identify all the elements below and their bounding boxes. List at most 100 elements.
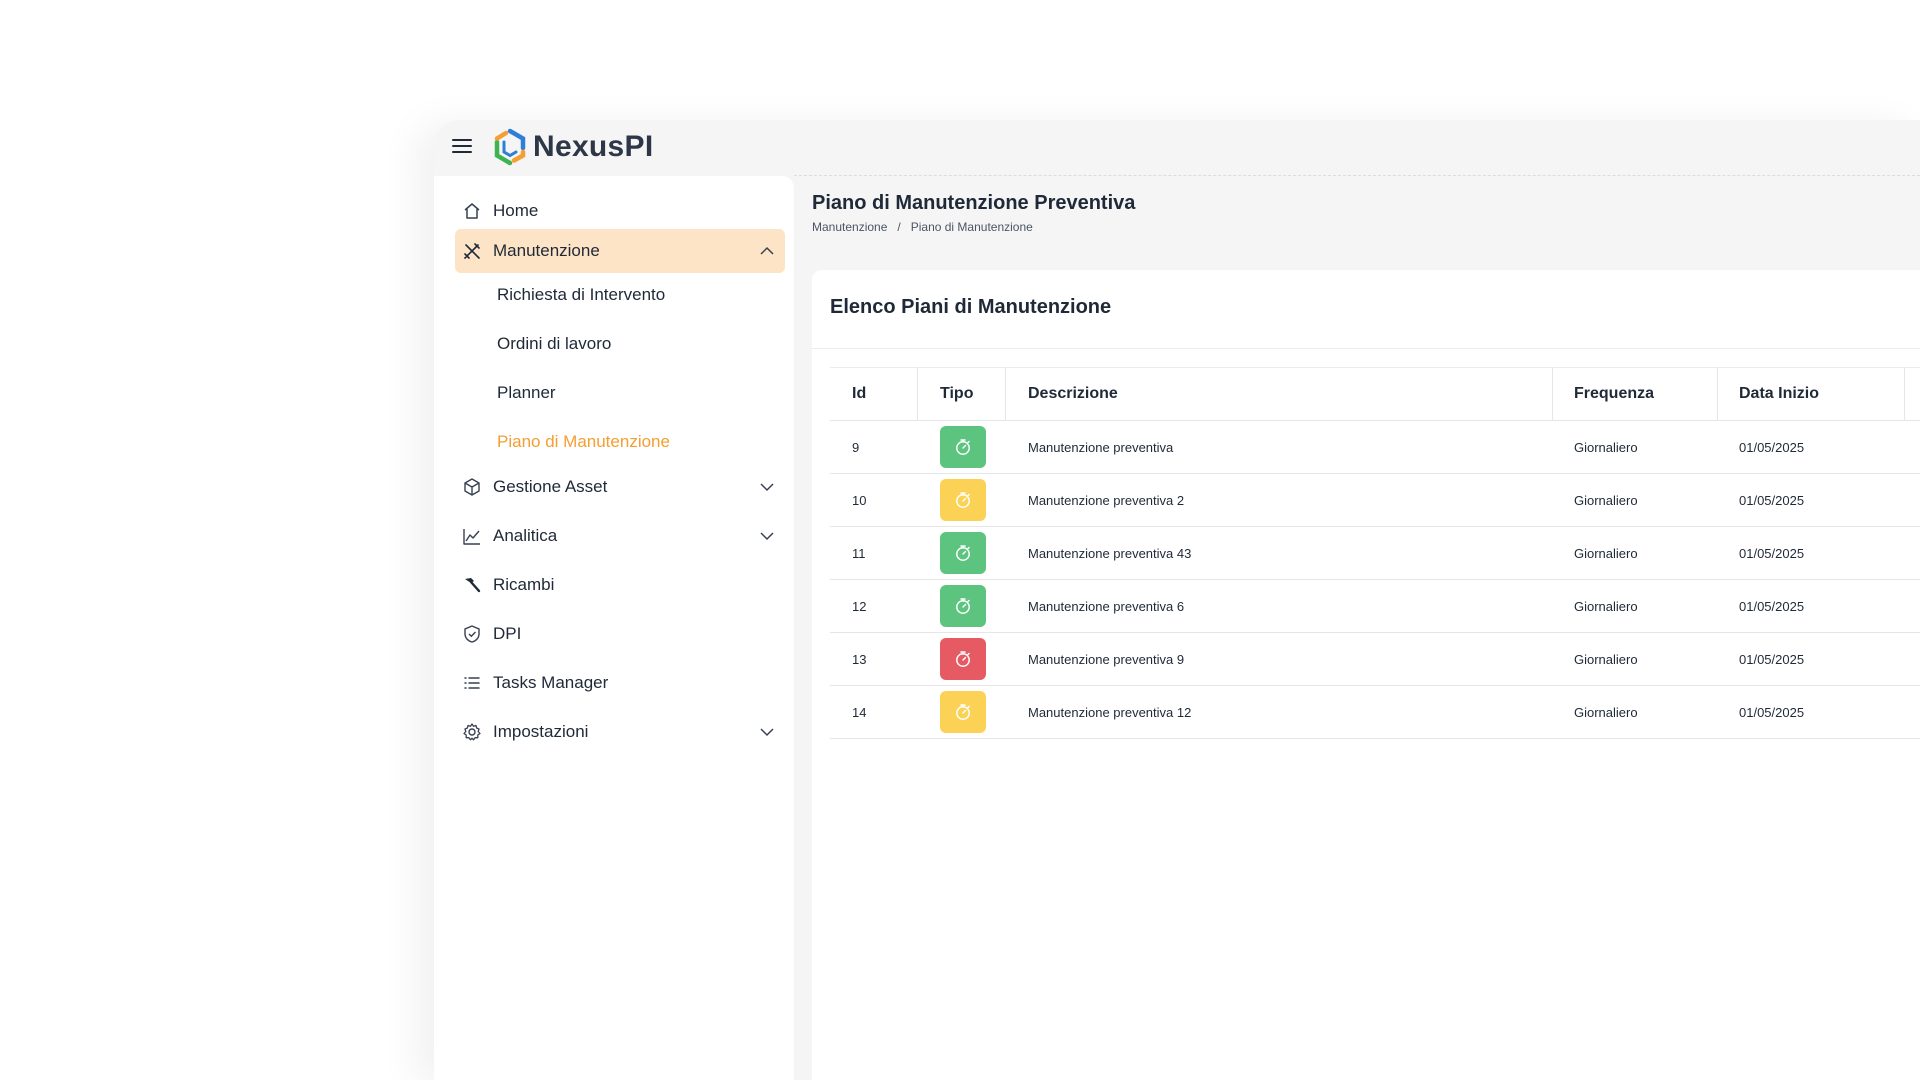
cell-tipo	[940, 686, 986, 738]
sidebar-item-ricambi[interactable]: Ricambi	[455, 563, 785, 607]
table-body: 9 Manutenzione preventiva Giornaliero 01/05…	[830, 421, 1920, 739]
sidebar-item-label: Ricambi	[493, 575, 555, 594]
sidebar-item-dpi[interactable]: DPI	[455, 612, 785, 656]
sidebar-item-label: Impostazioni	[493, 722, 589, 741]
nexus-hex-logo-icon	[494, 128, 526, 166]
cell-descrizione: Manutenzione preventiva 2	[1028, 492, 1185, 508]
column-divider	[1552, 368, 1553, 420]
stopwatch-icon	[953, 649, 973, 669]
cell-id: 10	[852, 492, 867, 508]
chevron-down-icon[interactable]	[757, 477, 777, 497]
cell-data-inizio: 01/05/2025	[1739, 704, 1805, 720]
sidebar-item-label: Home	[493, 201, 539, 220]
sidebar-subitem-label: Planner	[497, 383, 556, 402]
breadcrumb-item-current: Piano di Manutenzione	[910, 220, 1033, 234]
breadcrumb-item-manutenzione[interactable]: Manutenzione	[812, 220, 887, 234]
column-divider	[1904, 368, 1905, 420]
sidebar-item-label: DPI	[493, 624, 522, 643]
list-icon	[462, 673, 482, 693]
sidebar-item-label: Manutenzione	[493, 241, 600, 260]
column-divider	[1005, 368, 1006, 420]
card-divider	[812, 348, 1920, 349]
cell-frequenza: Giornaliero	[1574, 651, 1638, 667]
tools-icon	[462, 241, 482, 261]
column-header-id[interactable]: Id	[852, 368, 866, 420]
table-row[interactable]: 12 Manutenzione preventiva 6 Giornaliero 01…	[830, 580, 1920, 633]
table-row[interactable]: 9 Manutenzione preventiva Giornaliero 01/05…	[830, 421, 1920, 474]
table-row[interactable]: 10 Manutenzione preventiva 2 Giornaliero 01…	[830, 474, 1920, 527]
cell-tipo	[940, 527, 986, 579]
sidebar-subitem-planner[interactable]: Planner	[455, 373, 785, 413]
cell-tipo	[940, 421, 986, 473]
chevron-up-icon[interactable]	[757, 241, 777, 261]
cell-id: 14	[852, 704, 867, 720]
chevron-down-icon[interactable]	[757, 722, 777, 742]
stopwatch-icon	[953, 543, 973, 563]
home-icon	[462, 201, 482, 221]
cell-frequenza: Giornaliero	[1574, 545, 1638, 561]
tipo-badge[interactable]	[940, 638, 986, 680]
page-title: Piano di Manutenzione Preventiva	[812, 192, 1136, 214]
tipo-badge[interactable]	[940, 532, 986, 574]
shield-icon	[462, 624, 482, 644]
table-row[interactable]: 11 Manutenzione preventiva 43 Giornaliero 0…	[830, 527, 1920, 580]
cell-id: 11	[852, 545, 866, 561]
cell-data-inizio: 01/05/2025	[1739, 598, 1805, 614]
sidebar-subitem-label: Ordini di lavoro	[497, 334, 612, 353]
sidebar-item-label: Tasks Manager	[493, 673, 609, 692]
cell-descrizione: Manutenzione preventiva 6	[1028, 598, 1185, 614]
sidebar-item-tasks-manager[interactable]: Tasks Manager	[455, 661, 785, 705]
tipo-badge[interactable]	[940, 585, 986, 627]
top-bar: NexusPI	[434, 120, 1920, 176]
app-name: NexusPI	[533, 130, 654, 163]
cell-data-inizio: 01/05/2025	[1739, 492, 1805, 508]
chart-line-icon	[462, 526, 482, 546]
column-divider	[917, 368, 918, 420]
tipo-badge[interactable]	[940, 426, 986, 468]
table-header-row: Id Tipo Descrizione Frequenza Data Inizi…	[830, 367, 1920, 421]
table-row[interactable]: 13 Manutenzione preventiva 9 Giornaliero 01…	[830, 633, 1920, 686]
chevron-down-icon[interactable]	[757, 526, 777, 546]
app-logo[interactable]: NexusPI	[492, 127, 654, 167]
column-header-data-inizio[interactable]: Data Inizio	[1739, 368, 1819, 420]
hammer-icon	[462, 575, 482, 595]
cell-data-inizio: 01/05/2025	[1739, 439, 1805, 455]
breadcrumb: Manutenzione / Piano di Manutenzione	[812, 220, 1033, 234]
sidebar: Home Manutenzione Richiesta di Intervent…	[434, 176, 794, 1080]
plans-table: Id Tipo Descrizione Frequenza Data Inizi…	[830, 367, 1920, 739]
sidebar-item-home[interactable]: Home	[455, 189, 785, 233]
column-header-tipo[interactable]: Tipo	[940, 368, 973, 420]
sidebar-item-manutenzione[interactable]: Manutenzione	[455, 229, 785, 273]
plans-card: Elenco Piani di Manutenzione Id Tipo Des…	[812, 270, 1920, 1080]
cell-frequenza: Giornaliero	[1574, 598, 1638, 614]
sidebar-subitem-piano[interactable]: Piano di Manutenzione	[455, 422, 785, 462]
tipo-badge[interactable]	[940, 479, 986, 521]
cell-frequenza: Giornaliero	[1574, 704, 1638, 720]
cell-descrizione: Manutenzione preventiva 12	[1028, 704, 1192, 720]
sidebar-item-impostazioni[interactable]: Impostazioni	[455, 710, 785, 754]
sidebar-subitem-ordini[interactable]: Ordini di lavoro	[455, 324, 785, 364]
cell-tipo	[940, 633, 986, 685]
tipo-badge[interactable]	[940, 691, 986, 733]
cell-frequenza: Giornaliero	[1574, 439, 1638, 455]
breadcrumb-separator: /	[897, 220, 901, 234]
sidebar-item-gestione-asset[interactable]: Gestione Asset	[455, 465, 785, 509]
sidebar-item-analitica[interactable]: Analitica	[455, 514, 785, 558]
stopwatch-icon	[953, 702, 973, 722]
column-header-frequenza[interactable]: Frequenza	[1574, 368, 1654, 420]
cell-id: 13	[852, 651, 867, 667]
sidebar-subitem-richiesta[interactable]: Richiesta di Intervento	[455, 275, 785, 315]
cell-descrizione: Manutenzione preventiva 43	[1028, 545, 1192, 561]
cell-data-inizio: 01/05/2025	[1739, 545, 1805, 561]
cell-data-inizio: 01/05/2025	[1739, 651, 1805, 667]
cell-id: 9	[852, 439, 860, 455]
stopwatch-icon	[953, 490, 973, 510]
cell-descrizione: Manutenzione preventiva	[1028, 439, 1174, 455]
table-row[interactable]: 14 Manutenzione preventiva 12 Giornaliero 0…	[830, 686, 1920, 739]
stopwatch-icon	[953, 437, 973, 457]
card-title: Elenco Piani di Manutenzione	[830, 296, 1112, 318]
cell-id: 12	[852, 598, 867, 614]
column-header-descrizione[interactable]: Descrizione	[1028, 368, 1118, 420]
hamburger-icon[interactable]	[452, 136, 472, 156]
main-content: Piano di Manutenzione Preventiva Manuten…	[812, 176, 1920, 1080]
